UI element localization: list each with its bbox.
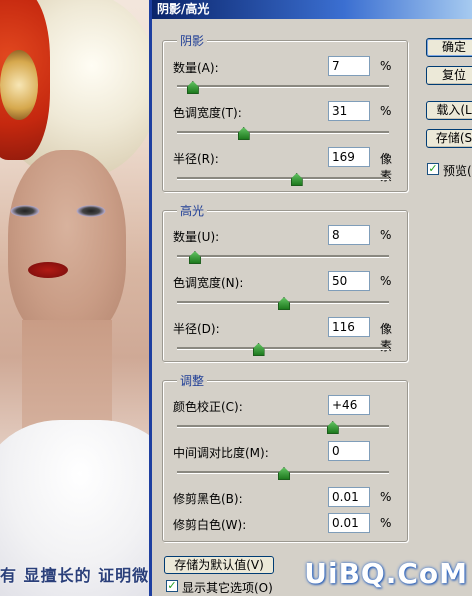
highlights-tonal-width-label: 色调宽度(N): bbox=[173, 276, 244, 290]
slider-track bbox=[177, 177, 389, 180]
shadows-radius-slider[interactable] bbox=[177, 173, 389, 186]
shadows-amount-slider[interactable] bbox=[177, 81, 389, 94]
highlights-group: 高光 数量(U): 8 % 色调宽度(N): 50 % 半径(D): 116 像… bbox=[162, 202, 408, 362]
load-button[interactable]: 载入(L bbox=[426, 101, 472, 120]
adjustments-group: 调整 颜色校正(C): +46 中间调对比度(M): 0 修剪黑色(B): 0.… bbox=[162, 372, 408, 542]
highlights-tonal-width-slider[interactable] bbox=[177, 297, 389, 310]
midtone-contrast-input[interactable]: 0 bbox=[328, 441, 370, 461]
adjustments-group-title: 调整 bbox=[177, 372, 208, 389]
slider-thumb[interactable] bbox=[290, 173, 303, 186]
slider-track bbox=[177, 347, 389, 350]
black-clip-input[interactable]: 0.01 bbox=[328, 487, 370, 507]
photo-caption: 有 显擅长的 证明微的选择 bbox=[0, 566, 150, 585]
shadow-highlight-dialog: 阴影/高光 阴影 数量(A): 7 % 色调宽度(T): 31 % 半径(R):… bbox=[149, 0, 472, 596]
highlights-radius-input[interactable]: 116 bbox=[328, 317, 370, 337]
shadows-tonal-width-label: 色调宽度(T): bbox=[173, 106, 242, 120]
preview-label: 预览(P bbox=[443, 164, 472, 178]
white-clip-unit: % bbox=[380, 516, 392, 530]
white-clip-input[interactable]: 0.01 bbox=[328, 513, 370, 533]
shadows-amount-unit: % bbox=[380, 59, 392, 73]
slider-track bbox=[177, 425, 389, 428]
midtone-contrast-slider[interactable] bbox=[177, 467, 389, 480]
black-clip-row: 修剪黑色(B): 0.01 % bbox=[173, 487, 403, 509]
midtone-contrast-row: 中间调对比度(M): 0 bbox=[173, 441, 403, 463]
slider-thumb[interactable] bbox=[252, 343, 265, 356]
highlights-amount-input[interactable]: 8 bbox=[328, 225, 370, 245]
slider-track bbox=[177, 255, 389, 258]
show-more-options-checkbox[interactable]: ✓ bbox=[166, 580, 178, 592]
highlights-radius-row: 半径(D): 116 像素 bbox=[173, 317, 403, 353]
white-clip-label: 修剪白色(W): bbox=[173, 518, 247, 532]
highlights-tonal-width-row: 色调宽度(N): 50 % bbox=[173, 271, 403, 293]
white-clip-row: 修剪白色(W): 0.01 % bbox=[173, 513, 403, 535]
shadows-radius-label: 半径(R): bbox=[173, 152, 219, 166]
midtone-contrast-label: 中间调对比度(M): bbox=[173, 446, 269, 460]
ok-button[interactable]: 确定 bbox=[426, 38, 472, 57]
highlights-amount-row: 数量(U): 8 % bbox=[173, 225, 403, 247]
photo-lips bbox=[28, 262, 68, 278]
black-clip-label: 修剪黑色(B): bbox=[173, 492, 243, 506]
highlights-group-title: 高光 bbox=[177, 202, 208, 219]
color-correction-row: 颜色校正(C): +46 bbox=[173, 395, 403, 417]
shadows-amount-row: 数量(A): 7 % bbox=[173, 56, 403, 78]
reset-button[interactable]: 复位 bbox=[426, 66, 472, 85]
shadows-radius-row: 半径(R): 169 像素 bbox=[173, 147, 403, 183]
slider-track bbox=[177, 85, 389, 88]
highlights-tonal-width-input[interactable]: 50 bbox=[328, 271, 370, 291]
slider-track bbox=[177, 131, 389, 134]
dialog-title: 阴影/高光 bbox=[152, 0, 472, 19]
watermark-logo: UiBQ.CoM bbox=[304, 557, 468, 590]
color-correction-input[interactable]: +46 bbox=[328, 395, 370, 415]
shadows-tonal-width-row: 色调宽度(T): 31 % bbox=[173, 101, 403, 123]
shadows-tonal-width-unit: % bbox=[380, 104, 392, 118]
save-as-default-button[interactable]: 存储为默认值(V) bbox=[164, 556, 274, 574]
slider-thumb[interactable] bbox=[188, 251, 201, 264]
slider-thumb[interactable] bbox=[278, 467, 290, 480]
slider-thumb[interactable] bbox=[326, 421, 339, 434]
slider-thumb[interactable] bbox=[278, 297, 290, 310]
highlights-tonal-width-unit: % bbox=[380, 274, 392, 288]
preview-checkbox[interactable]: ✓ bbox=[427, 163, 439, 175]
show-more-options-label: 显示其它选项(O) bbox=[182, 581, 273, 595]
shadows-group: 阴影 数量(A): 7 % 色调宽度(T): 31 % 半径(R): 169 像… bbox=[162, 32, 408, 192]
photo-face bbox=[8, 150, 126, 340]
shadows-group-title: 阴影 bbox=[177, 32, 208, 49]
color-correction-slider[interactable] bbox=[177, 421, 389, 434]
highlights-amount-slider[interactable] bbox=[177, 251, 389, 264]
shadows-amount-input[interactable]: 7 bbox=[328, 56, 370, 76]
save-button[interactable]: 存储(S bbox=[426, 129, 472, 148]
shadows-tonal-width-slider[interactable] bbox=[177, 127, 389, 140]
highlights-amount-label: 数量(U): bbox=[173, 230, 220, 244]
slider-thumb[interactable] bbox=[237, 127, 250, 140]
black-clip-unit: % bbox=[380, 490, 392, 504]
photo-eye-right bbox=[76, 205, 106, 217]
color-correction-label: 颜色校正(C): bbox=[173, 400, 243, 414]
highlights-radius-label: 半径(D): bbox=[173, 322, 220, 336]
highlights-amount-unit: % bbox=[380, 228, 392, 242]
shadows-amount-label: 数量(A): bbox=[173, 61, 219, 75]
photo-eye-left bbox=[10, 205, 40, 217]
photo-ornament bbox=[0, 50, 38, 120]
background-photo: 有 显擅长的 证明微的选择 bbox=[0, 0, 150, 596]
shadows-tonal-width-input[interactable]: 31 bbox=[328, 101, 370, 121]
slider-thumb[interactable] bbox=[186, 81, 199, 94]
highlights-radius-slider[interactable] bbox=[177, 343, 389, 356]
shadows-radius-input[interactable]: 169 bbox=[328, 147, 370, 167]
